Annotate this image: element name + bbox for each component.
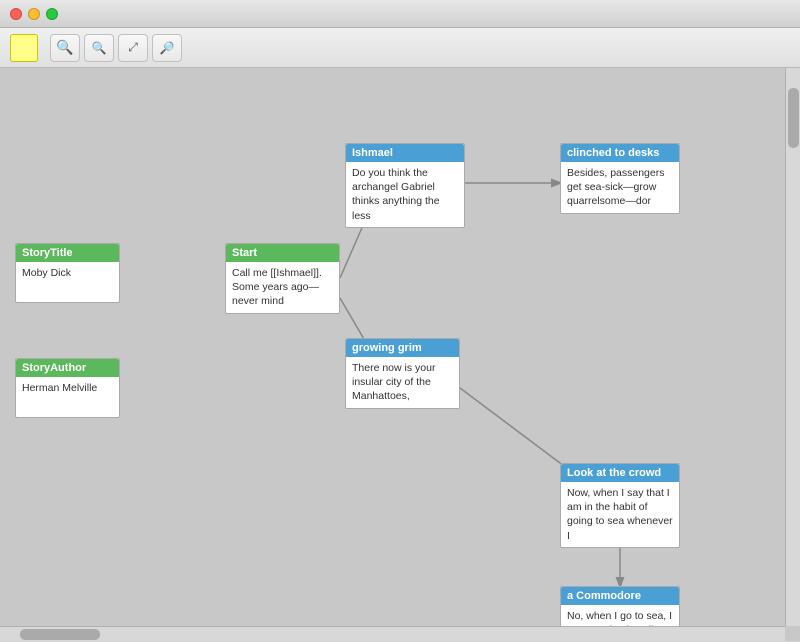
zoom-actual-icon: 🔎: [160, 41, 175, 55]
horizontal-scrollbar[interactable]: [0, 626, 785, 641]
passage-header-Look_at_the_crowd: Look at the crowd: [561, 464, 679, 482]
toolbar: 🔍 🔍 ⤢ 🔎: [0, 28, 800, 68]
passage-header-a_Commodore: a Commodore: [561, 587, 679, 605]
passage-StoryAuthor[interactable]: StoryAuthorHerman Melville: [15, 358, 120, 418]
vertical-scrollbar[interactable]: [785, 68, 800, 626]
zoom-out-button[interactable]: 🔍: [84, 34, 114, 62]
zoom-fit-icon: ⤢: [128, 40, 138, 55]
passage-header-Start: Start: [226, 244, 339, 262]
passage-body-Look_at_the_crowd: Now, when I say that I am in the habit o…: [561, 482, 679, 547]
zoom-fit-button[interactable]: ⤢: [118, 34, 148, 62]
zoom-in-icon: 🔍: [56, 39, 73, 56]
passage-Look_at_the_crowd[interactable]: Look at the crowdNow, when I say that I …: [560, 463, 680, 548]
passage-header-Ishmael: Ishmael: [346, 144, 464, 162]
passage-body-StoryAuthor: Herman Melville: [16, 377, 119, 417]
passage-Ishmael[interactable]: IshmaelDo you think the archangel Gabrie…: [345, 143, 465, 228]
passage-header-StoryTitle: StoryTitle: [16, 244, 119, 262]
window-controls: [10, 8, 58, 20]
passage-growing_grim[interactable]: growing grimThere now is your insular ci…: [345, 338, 460, 409]
canvas[interactable]: StoryTitleMoby Dick StoryAuthorHerman Mel…: [0, 68, 800, 641]
passage-header-growing_grim: growing grim: [346, 339, 459, 357]
note-button[interactable]: [10, 34, 38, 62]
passage-StoryTitle[interactable]: StoryTitleMoby Dick: [15, 243, 120, 303]
passage-body-Ishmael: Do you think the archangel Gabriel think…: [346, 162, 464, 227]
passage-body-Start: Call me [[Ishmael]]. Some years ago—neve…: [226, 262, 339, 313]
passage-body-growing_grim: There now is your insular city of the Ma…: [346, 357, 459, 408]
passage-clinched_to_desks[interactable]: clinched to desksBesides, passengers get…: [560, 143, 680, 214]
minimize-button[interactable]: [28, 8, 40, 20]
zoom-in-button[interactable]: 🔍: [50, 34, 80, 62]
horizontal-scrollbar-thumb[interactable]: [20, 629, 100, 640]
passage-body-StoryTitle: Moby Dick: [16, 262, 119, 302]
zoom-out-icon: 🔍: [92, 41, 107, 55]
close-button[interactable]: [10, 8, 22, 20]
passage-header-StoryAuthor: StoryAuthor: [16, 359, 119, 377]
zoom-actual-button[interactable]: 🔎: [152, 34, 182, 62]
vertical-scrollbar-thumb[interactable]: [788, 88, 799, 148]
passage-body-clinched_to_desks: Besides, passengers get sea-sick—grow qu…: [561, 162, 679, 213]
passage-Start[interactable]: StartCall me [[Ishmael]]. Some years ago…: [225, 243, 340, 314]
maximize-button[interactable]: [46, 8, 58, 20]
passage-header-clinched_to_desks: clinched to desks: [561, 144, 679, 162]
titlebar: [0, 0, 800, 28]
